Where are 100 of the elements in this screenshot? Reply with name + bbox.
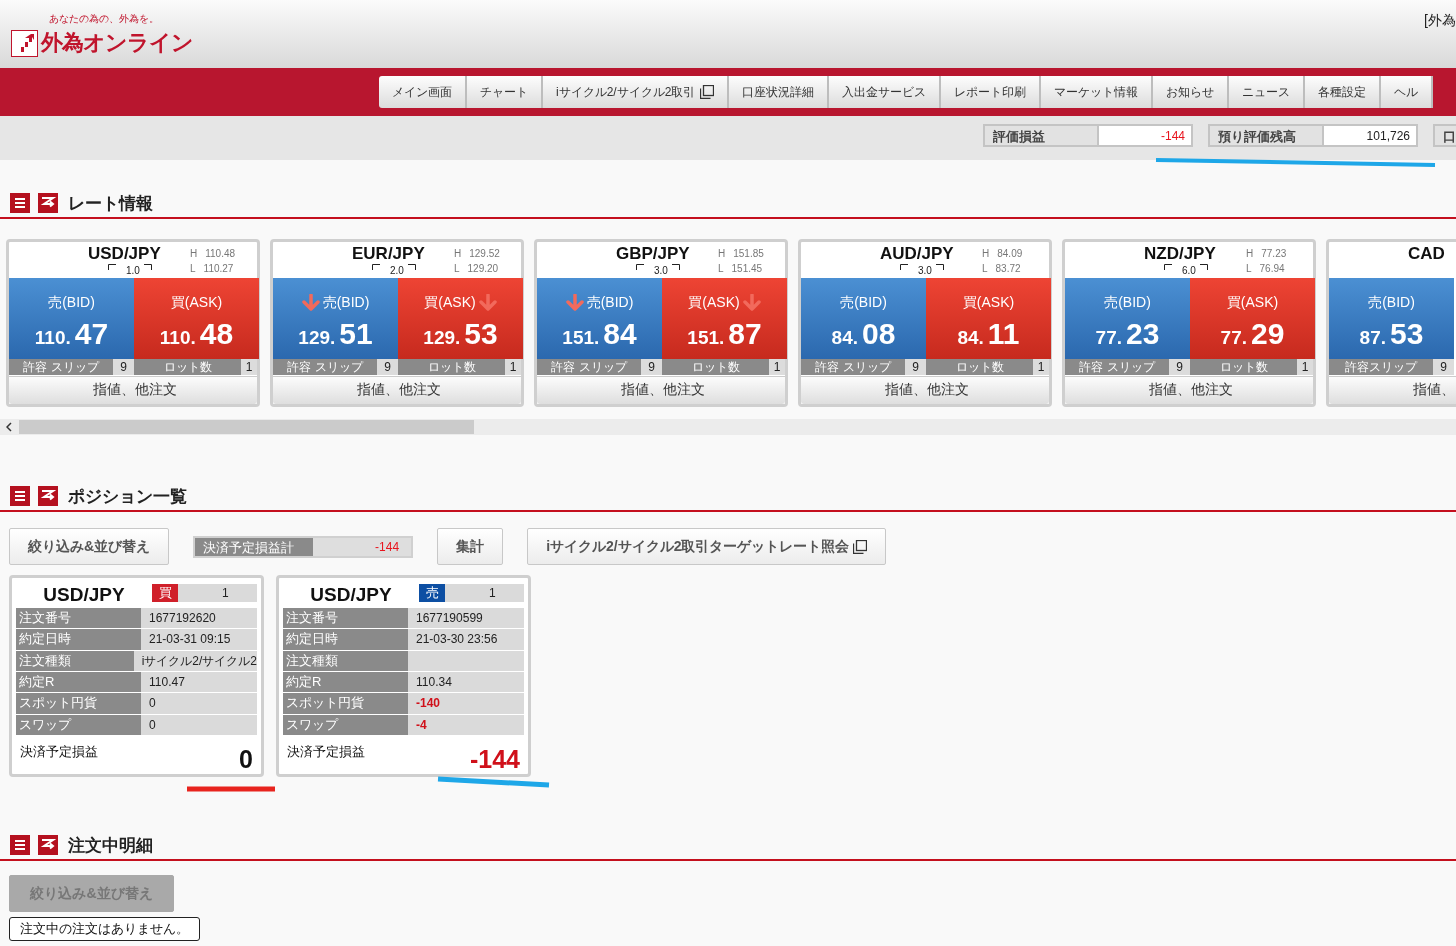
- row-label: スワップ: [283, 714, 408, 735]
- scrollbar-thumb[interactable]: [19, 420, 474, 434]
- menu-icon[interactable]: [10, 193, 30, 213]
- price-pips: 11: [987, 317, 1020, 352]
- down-arrow-icon: [301, 294, 320, 313]
- row-value: -4: [408, 714, 524, 735]
- bid-button[interactable]: 売(BID) 110.47: [9, 278, 134, 359]
- logo-text: 外為オンライン: [41, 29, 193, 57]
- ask-button[interactable]: 買(ASK) 84.11: [926, 278, 1051, 359]
- nav-tab[interactable]: 各種設定: [1305, 76, 1382, 108]
- currency-pair: CAD: [1408, 244, 1445, 264]
- down-arrow-icon: [565, 294, 584, 313]
- row-label: スワップ: [16, 714, 141, 735]
- price-pips: 29: [1251, 317, 1285, 352]
- price-big-figure: 129.: [298, 327, 336, 350]
- window-icon: [700, 85, 715, 99]
- low-value: 76.94: [1259, 263, 1285, 274]
- currency-pair: USD/JPY: [88, 244, 161, 264]
- bid-button[interactable]: 売(BID) 87.53: [1329, 278, 1454, 359]
- section-title: レート情報: [68, 192, 153, 215]
- row-label: 注文番号: [283, 608, 408, 629]
- nav-tab[interactable]: ヘル: [1381, 76, 1434, 108]
- nav-tab[interactable]: メイン画面: [379, 76, 467, 108]
- ask-button[interactable]: 買(ASK) 77.29: [1190, 278, 1315, 359]
- nav-tab[interactable]: 入出金サービス: [829, 76, 942, 108]
- currency-pair: USD/JPY: [309, 582, 393, 606]
- row-value: 1677190599: [408, 608, 524, 629]
- row-label: スポット円貨: [283, 693, 408, 714]
- row-value: 0: [141, 714, 257, 735]
- order-button[interactable]: 指値、他注文: [273, 375, 521, 404]
- pnl-label: 決済予定損益: [287, 743, 365, 761]
- high-label: H: [982, 248, 990, 259]
- price-big-figure: 77.: [1095, 327, 1122, 350]
- scroll-left-icon[interactable]: [6, 422, 13, 432]
- nav-tab[interactable]: ニュース: [1229, 76, 1306, 108]
- section-title: ポジション一覧: [68, 485, 187, 508]
- menu-icon[interactable]: [10, 835, 30, 855]
- row-value: -140: [408, 693, 524, 714]
- currency-pair: EUR/JPY: [352, 244, 425, 264]
- price-pips: 51: [339, 317, 373, 352]
- field-label: 預り評価残高: [1208, 124, 1324, 147]
- row-value: 21-03-30 23:56: [408, 629, 524, 650]
- order-button[interactable]: 指値、他注文: [801, 375, 1049, 404]
- row-label: 注文種類: [16, 650, 134, 671]
- price-pips: 23: [1126, 317, 1160, 352]
- low-value: 129.20: [467, 263, 499, 274]
- bid-button[interactable]: 売(BID) 151.84: [537, 278, 662, 359]
- quantity-value: 1: [445, 583, 524, 602]
- summary-button[interactable]: 集計: [437, 528, 504, 565]
- target-rate-button[interactable]: iサイクル2/サイクル2取引ターゲットレート照会: [527, 528, 887, 565]
- price-big-figure: 77.: [1220, 327, 1247, 350]
- price-pips: 87: [728, 317, 762, 352]
- currency-pair: NZD/JPY: [1144, 244, 1216, 264]
- nav-tab[interactable]: レポート印刷: [941, 76, 1042, 108]
- ask-button[interactable]: 買(ASK) 110.48: [134, 278, 259, 359]
- ask-button[interactable]: 買(ASK) 151.87: [662, 278, 787, 359]
- nav-tab[interactable]: お知らせ: [1153, 76, 1230, 108]
- side-tag: 買: [152, 583, 178, 602]
- order-button[interactable]: 指値、他注文: [9, 375, 257, 404]
- price-label: 買(ASK): [170, 294, 223, 313]
- spread-value: 1.0: [112, 264, 154, 276]
- order-button[interactable]: 指値、他注文: [1065, 375, 1313, 404]
- spread-value: 2.0: [376, 264, 418, 276]
- order-button[interactable]: 指値、他注文: [537, 375, 785, 404]
- nav-tab[interactable]: 口座状況詳細: [729, 76, 830, 108]
- nav-tab[interactable]: マーケット情報: [1041, 76, 1154, 108]
- empty-message: 注文中の注文はありません。: [9, 917, 200, 941]
- window-icon: [853, 539, 868, 554]
- ask-button[interactable]: 買(ASK) 129.53: [398, 278, 523, 359]
- row-value: 110.34: [408, 672, 524, 693]
- filter-sort-button[interactable]: 絞り込み&並び替え: [9, 528, 170, 565]
- bid-button[interactable]: 売(BID) 84.08: [801, 278, 926, 359]
- bid-button[interactable]: 売(BID) 77.23: [1065, 278, 1190, 359]
- spread-value: 3.0: [904, 264, 946, 276]
- high-value: 151.85: [733, 248, 764, 259]
- row-value: 0: [141, 693, 257, 714]
- order-button[interactable]: 指値、: [1329, 375, 1456, 404]
- price-big-figure: 151.: [687, 327, 725, 350]
- row-label: 注文番号: [16, 608, 141, 629]
- price-pips: 53: [464, 317, 498, 352]
- price-label: 買(ASK): [1226, 294, 1279, 313]
- price-label: 買(ASK): [688, 294, 740, 313]
- nav-tab[interactable]: チャート: [467, 76, 543, 108]
- price-label: 買(ASK): [424, 294, 476, 313]
- menu-icon[interactable]: [10, 486, 30, 506]
- field-value: -144: [1099, 124, 1193, 147]
- nav-tab[interactable]: iサイクル2/サイクル2取引: [543, 76, 730, 108]
- row-label: 注文種類: [283, 650, 408, 671]
- bid-button[interactable]: 売(BID) 129.51: [273, 278, 398, 359]
- price-label: 売(BID): [1368, 294, 1415, 313]
- low-value: 110.27: [203, 263, 234, 274]
- high-value: 110.48: [205, 248, 236, 259]
- quantity-value: 1: [178, 583, 257, 602]
- row-label: 約定日時: [283, 629, 408, 650]
- pnl-value: 0: [239, 745, 253, 774]
- price-label: 売(BID): [48, 294, 95, 313]
- high-label: H: [718, 248, 726, 259]
- price-label: 買(ASK): [962, 294, 1015, 313]
- row-label: 約定R: [16, 672, 141, 693]
- high-label: H: [454, 248, 462, 259]
